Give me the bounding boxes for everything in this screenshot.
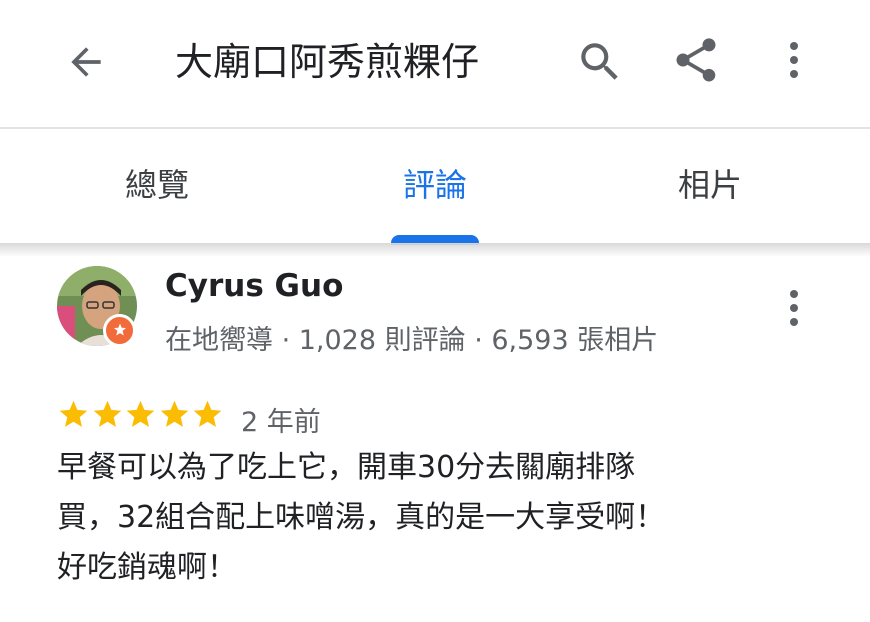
review-more-button[interactable] (766, 280, 822, 336)
back-button[interactable] (58, 34, 114, 90)
star-icon (59, 400, 88, 427)
page-title: 大廟口阿秀煎粿仔 (175, 40, 480, 84)
review-text-line: 買，32組合配上味噌湯，真的是一大享受啊！ (57, 500, 666, 535)
search-button[interactable] (572, 34, 628, 90)
review-text-line: 好吃銷魂啊！ (57, 550, 237, 585)
more-options-button[interactable] (766, 32, 822, 88)
tab-reviews[interactable]: 評論 (290, 129, 580, 243)
app-bar: 大廟口阿秀煎粿仔 (0, 0, 870, 127)
local-guide-star-icon (113, 323, 126, 335)
share-button[interactable] (668, 32, 724, 88)
arrow-back-icon (71, 47, 101, 77)
star-icon (193, 400, 222, 427)
tab-overview[interactable]: 總覽 (12, 129, 302, 243)
search-icon (581, 43, 618, 80)
more-vert-icon (790, 290, 798, 326)
tab-photos[interactable]: 相片 (565, 129, 855, 243)
share-icon (676, 38, 716, 82)
star-icon (160, 400, 188, 427)
star-icon (93, 400, 121, 427)
reviewer-meta: 在地嚮導 · 1,028 則評論 · 6,593 張相片 (165, 325, 659, 356)
tab-bar: 總覽 評論 相片 (0, 129, 870, 243)
star-rating (57, 398, 225, 436)
star-icon (126, 400, 155, 427)
more-vert-icon (790, 42, 798, 78)
review-time: 2 年前 (241, 407, 321, 438)
tab-bar-shadow (0, 243, 870, 257)
reviewer-name[interactable]: Cyrus Guo (165, 268, 343, 304)
review-text: 早餐可以為了吃上它，開車30分去關廟排隊 買，32組合配上味噌湯，真的是一大享受… (57, 443, 757, 593)
local-guide-badge (103, 314, 136, 347)
review-text-line: 早餐可以為了吃上它，開車30分去關廟排隊 (57, 450, 636, 485)
